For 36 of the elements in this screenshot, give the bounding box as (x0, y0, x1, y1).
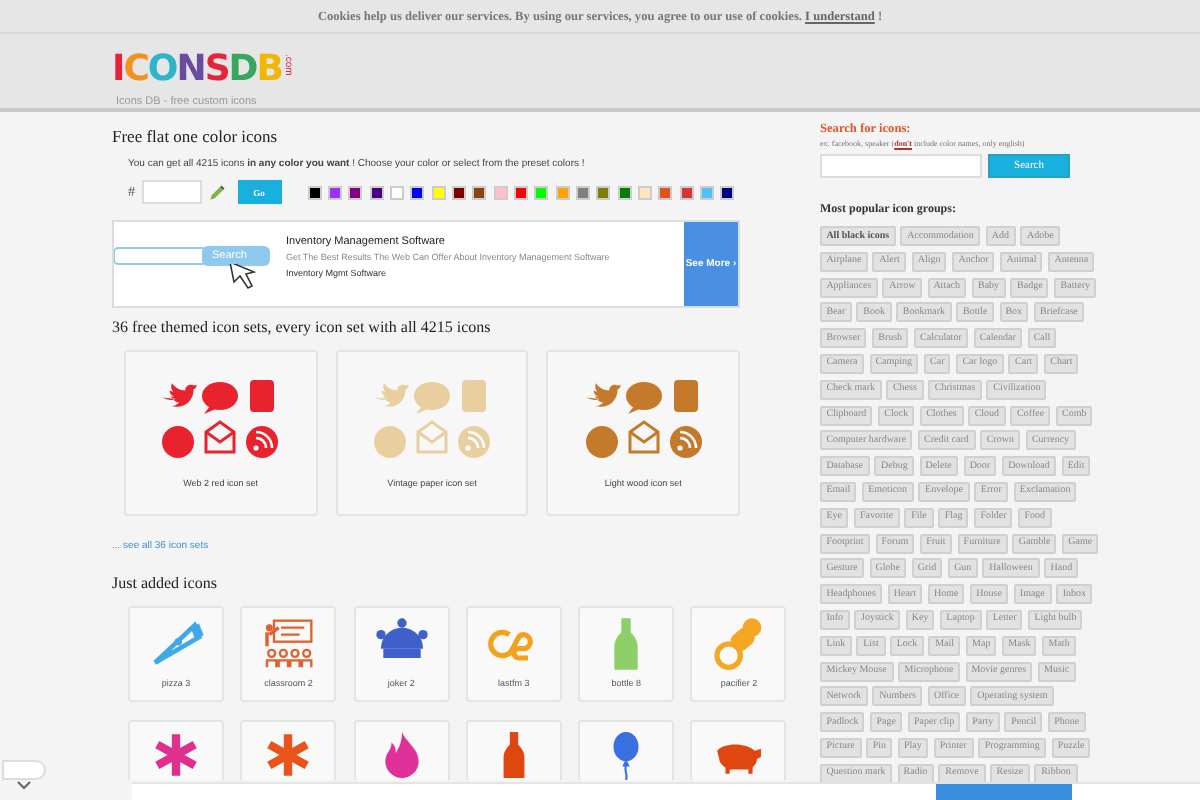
section-title: 36 free themed icon sets, every icon set with all 4215 icons (112, 318, 493, 336)
icon-card[interactable] (690, 719, 787, 779)
search-field[interactable] (820, 154, 982, 178)
icon-card[interactable] (128, 719, 224, 779)
color-swatch[interactable] (451, 185, 466, 199)
color-swatch[interactable] (617, 185, 632, 199)
chevron-icon (16, 779, 32, 792)
color-swatch[interactable] (555, 185, 570, 199)
section-title: Just added icons (112, 574, 219, 592)
ad-banner (936, 784, 1072, 800)
color-swatch[interactable] (369, 185, 384, 199)
color-swatch[interactable] (513, 185, 528, 199)
color-swatch[interactable] (658, 185, 673, 199)
color-swatch[interactable] (679, 185, 694, 199)
color-swatch[interactable] (472, 185, 487, 199)
icon-card[interactable] (240, 719, 337, 779)
color-picker-icon (207, 183, 225, 201)
icon-card[interactable] (578, 719, 675, 779)
color-swatch[interactable] (720, 185, 735, 199)
icon-card[interactable] (465, 719, 562, 779)
color-swatch[interactable] (410, 185, 425, 199)
icon-card[interactable] (353, 719, 450, 779)
color-swatch[interactable] (596, 185, 611, 199)
color-swatch[interactable] (638, 185, 652, 199)
color-swatch[interactable] (389, 185, 404, 199)
section-title: Free flat one color icons (112, 126, 280, 146)
color-swatch[interactable] (575, 185, 590, 199)
color-swatch[interactable] (700, 185, 715, 199)
color-swatch[interactable] (493, 185, 508, 199)
color-swatch[interactable] (534, 185, 549, 199)
site-logo[interactable]: ICONSDB (112, 54, 282, 86)
color-swatch[interactable] (307, 185, 321, 199)
color-input[interactable] (141, 180, 201, 204)
color-swatch[interactable] (348, 185, 363, 199)
color-swatch[interactable] (431, 185, 446, 199)
color-swatch[interactable] (327, 185, 342, 199)
